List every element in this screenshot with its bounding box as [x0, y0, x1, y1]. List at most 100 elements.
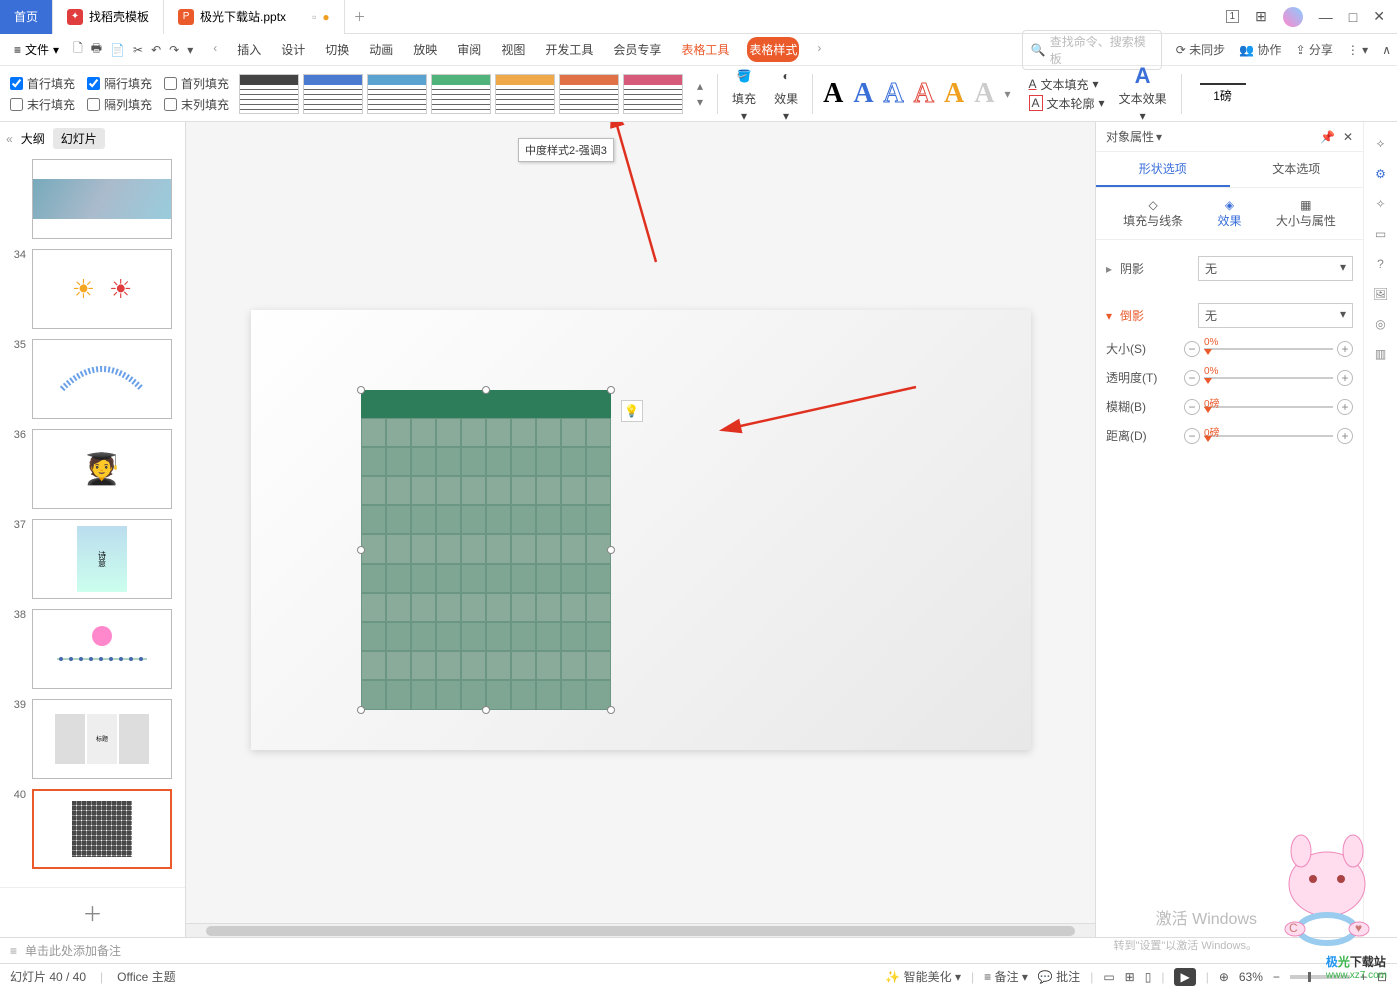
table-style-6[interactable] [623, 74, 683, 114]
text-fill[interactable]: A 文本填充 ▾ [1029, 76, 1105, 93]
chk-banded-cols[interactable]: 隔列填充 [87, 96, 152, 113]
thumbnail-top[interactable] [8, 159, 177, 239]
smart-tag-icon[interactable]: 💡 [621, 400, 643, 422]
tab-devtools[interactable]: 开发工具 [543, 37, 595, 62]
table-style-1[interactable] [303, 74, 363, 114]
subtab-effects[interactable]: ◈效果 [1217, 198, 1241, 229]
status-beautify[interactable]: ✨ 智能美化 ▾ [885, 968, 961, 985]
text-effect-button[interactable]: A文本效果▾ [1115, 64, 1171, 123]
rtool-5[interactable]: ? [1377, 257, 1384, 271]
trans-slider[interactable]: 0% [1204, 370, 1333, 386]
horizontal-scrollbar[interactable] [186, 923, 1095, 937]
share-button[interactable]: ⇪ 分享 [1295, 41, 1332, 58]
prop-reflection[interactable]: ▾倒影 无 ▾ [1106, 297, 1353, 334]
file-menu[interactable]: ≡ 文件 ▾ [6, 39, 67, 60]
line-weight[interactable]: 1磅 [1200, 83, 1246, 104]
tab-templates[interactable]: ✦ 找稻壳模板 [53, 0, 164, 34]
zoom-out[interactable]: − [1273, 970, 1280, 984]
sync-status[interactable]: ⟳ 未同步 [1176, 41, 1225, 58]
apps-icon[interactable]: ⊞ [1255, 8, 1267, 25]
rtool-1[interactable]: ⟡ [1377, 136, 1385, 151]
rtool-7[interactable]: ◎ [1375, 317, 1385, 331]
chk-first-col[interactable]: 首列填充 [164, 75, 229, 92]
table-style-3[interactable] [431, 74, 491, 114]
minimize-button[interactable]: — [1319, 9, 1333, 25]
pin-icon[interactable]: 📌 [1320, 130, 1335, 144]
qat-redo-icon[interactable]: ↷ [169, 43, 179, 57]
badge-1-icon[interactable]: 1 [1226, 10, 1240, 23]
subtab-fill-line[interactable]: ◇填充与线条 [1123, 198, 1183, 229]
sidebar-tab-slides[interactable]: 幻灯片 [53, 128, 105, 149]
chk-total-row[interactable]: 末行填充 [10, 96, 75, 113]
thumbnail-37[interactable]: 37诗意 [8, 519, 177, 599]
zoom-value[interactable]: 63% [1239, 970, 1263, 984]
tab-insert[interactable]: 插入 [235, 37, 263, 62]
view-sorter-icon[interactable]: ⊞ [1125, 970, 1135, 984]
wordart-5[interactable]: A [944, 78, 964, 110]
view-normal-icon[interactable]: ▭ [1103, 970, 1114, 984]
size-plus[interactable]: + [1337, 341, 1353, 357]
tab-design[interactable]: 设计 [279, 37, 307, 62]
coop-button[interactable]: 👥 协作 [1239, 41, 1281, 58]
tab-table-style[interactable]: 表格样式 [747, 37, 799, 62]
wordart-2[interactable]: A [853, 78, 873, 110]
play-button[interactable]: ▶ [1174, 968, 1195, 986]
thumbnail-40[interactable]: 40 [8, 789, 177, 869]
reflection-select[interactable]: 无 ▾ [1198, 303, 1353, 328]
table-style-0[interactable] [239, 74, 299, 114]
wordart-more[interactable]: ▾ [1004, 87, 1010, 101]
qat-saveas-icon[interactable]: 🖶 [91, 39, 102, 60]
chk-last-col[interactable]: 末列填充 [164, 96, 229, 113]
wordart-3[interactable]: A [884, 78, 904, 110]
tab-menu-icon[interactable]: ▫ [312, 10, 316, 24]
close-panel-icon[interactable]: ✕ [1343, 130, 1353, 144]
status-comments[interactable]: 💬 批注 [1038, 968, 1080, 985]
status-theme[interactable]: Office 主题 [117, 968, 175, 985]
trans-minus[interactable]: − [1184, 370, 1200, 386]
sidebar-tab-outline[interactable]: 大纲 [21, 130, 45, 147]
tab-text-options[interactable]: 文本选项 [1230, 152, 1364, 187]
rtool-6[interactable]: 🖼 [1373, 287, 1388, 301]
dist-slider[interactable]: 0磅 [1204, 428, 1333, 444]
table-style-4[interactable] [495, 74, 555, 114]
chk-header-row[interactable]: 首行填充 [10, 75, 75, 92]
qat-undo-icon[interactable]: ↶ [151, 43, 161, 57]
wordart-4[interactable]: A [914, 78, 934, 110]
qat-more[interactable]: ▾ [187, 43, 193, 57]
selected-table[interactable]: 💡 [361, 390, 611, 710]
qat-save-icon[interactable]: 🗋 [73, 39, 83, 60]
nav-next[interactable]: › [815, 37, 823, 62]
view-reading-icon[interactable]: ▯ [1145, 970, 1152, 984]
thumbnail-36[interactable]: 36🧑‍🎓 [8, 429, 177, 509]
rtool-4[interactable]: ▭ [1375, 227, 1386, 241]
chk-banded-rows[interactable]: 隔行填充 [87, 75, 152, 92]
more-menu[interactable]: ⋮ ▾ [1347, 43, 1368, 57]
qat-print-icon[interactable]: 📄 [110, 43, 125, 57]
avatar[interactable] [1283, 7, 1303, 27]
add-slide-button[interactable]: ＋ [0, 887, 185, 937]
slide-canvas[interactable]: 💡 [251, 310, 1031, 750]
close-button[interactable]: ✕ [1373, 8, 1385, 25]
thumbnail-34[interactable]: 34☀☀ [8, 249, 177, 329]
tab-view[interactable]: 视图 [499, 37, 527, 62]
shadow-select[interactable]: 无 ▾ [1198, 256, 1353, 281]
tab-vip[interactable]: 会员专享 [611, 37, 663, 62]
wordart-1[interactable]: A [823, 78, 843, 110]
tab-animation[interactable]: 动画 [367, 37, 395, 62]
text-outline[interactable]: A 文本轮廓 ▾ [1029, 95, 1105, 112]
sidebar-collapse[interactable]: « [6, 132, 13, 146]
style-gallery-more[interactable]: ▴▾ [693, 79, 707, 109]
thumbnail-list[interactable]: 34☀☀3536🧑‍🎓37诗意3839✦标题40 [0, 155, 185, 887]
tab-slideshow[interactable]: 放映 [411, 37, 439, 62]
collapse-ribbon[interactable]: ∧ [1382, 43, 1391, 57]
size-slider[interactable]: 0% [1204, 341, 1333, 357]
qat-preview-icon[interactable]: ✂ [133, 43, 143, 57]
blur-plus[interactable]: + [1337, 399, 1353, 415]
tab-transition[interactable]: 切换 [323, 37, 351, 62]
blur-slider[interactable]: 0磅 [1204, 399, 1333, 415]
prop-shadow[interactable]: ▸阴影 无 ▾ [1106, 250, 1353, 287]
tab-home[interactable]: 首页 [0, 0, 53, 34]
table-style-2[interactable] [367, 74, 427, 114]
tab-table-tools[interactable]: 表格工具 [679, 37, 731, 62]
dist-minus[interactable]: − [1184, 428, 1200, 444]
